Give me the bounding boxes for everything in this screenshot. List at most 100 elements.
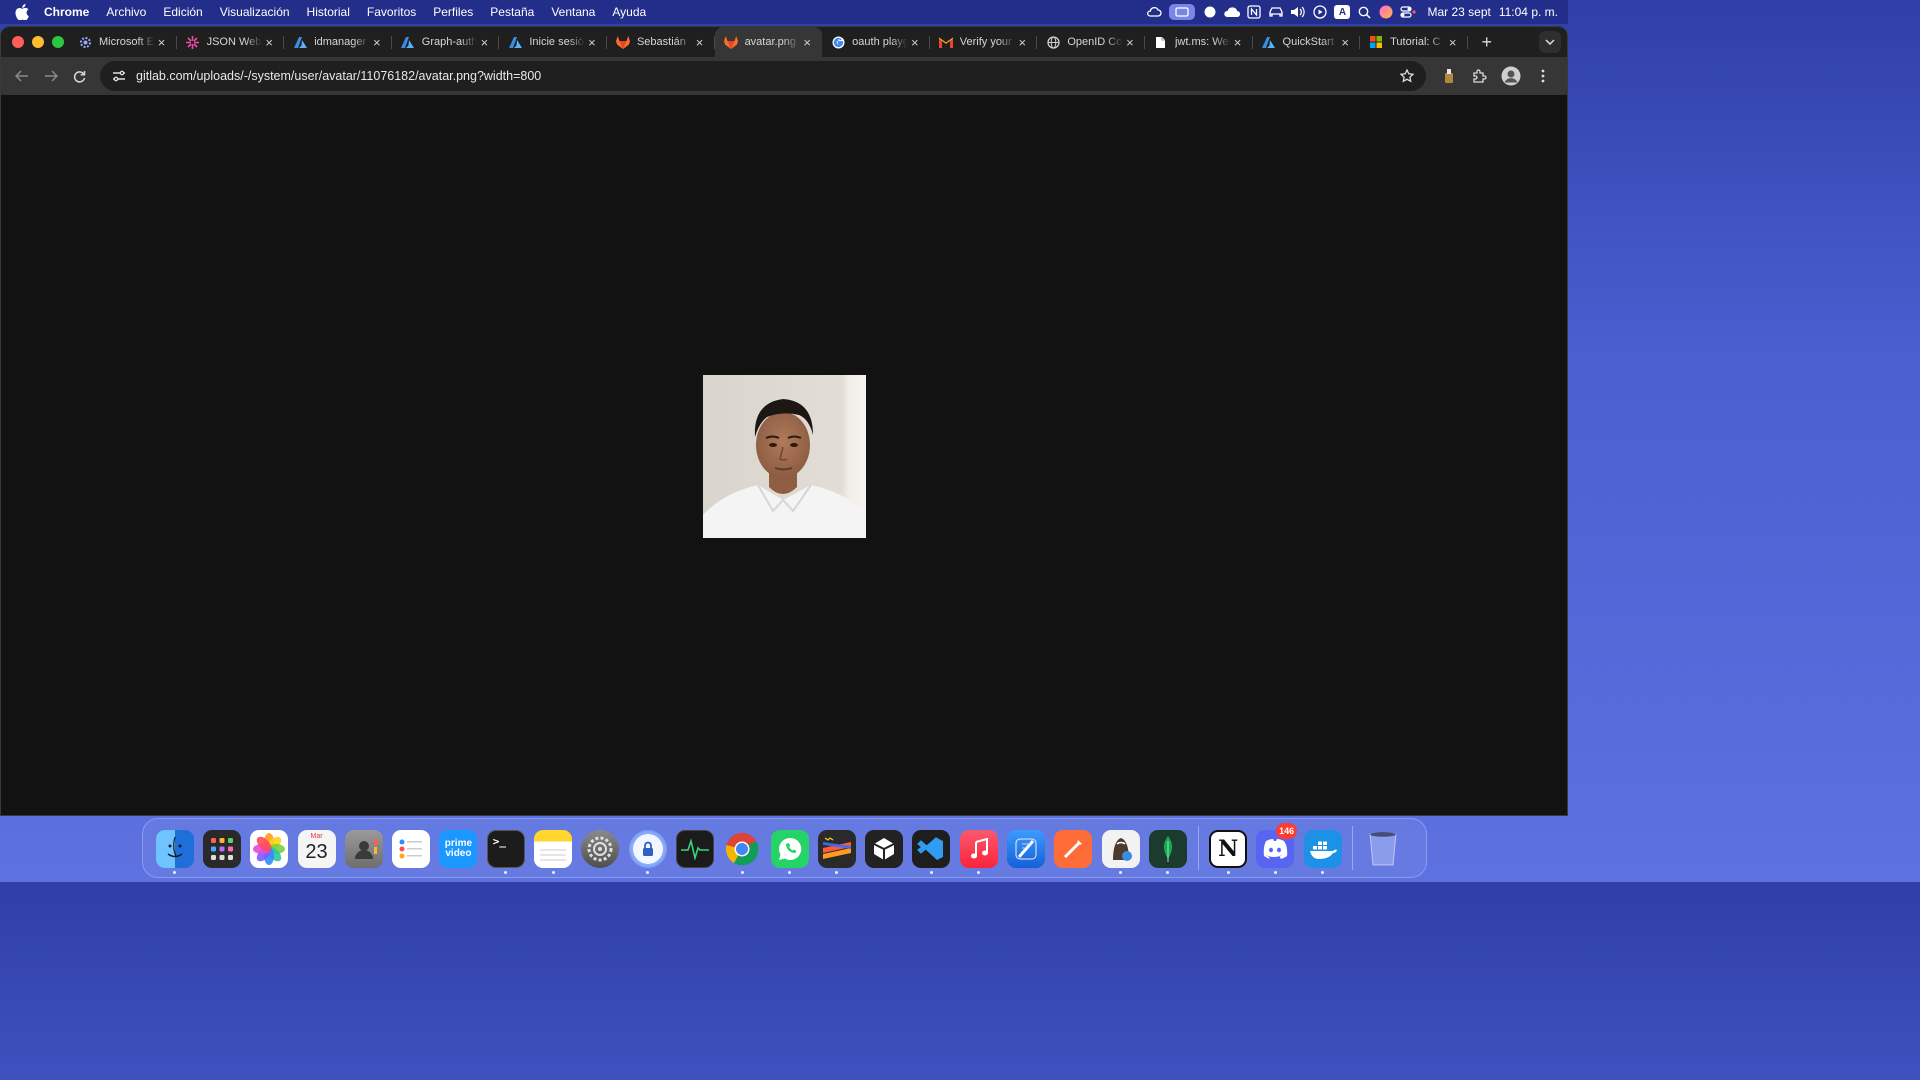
notion-icon[interactable] bbox=[1243, 0, 1265, 24]
close-tab-icon[interactable]: × bbox=[370, 35, 384, 50]
screen-mirroring-icon[interactable] bbox=[1165, 0, 1199, 24]
dock-app-postman[interactable] bbox=[1050, 820, 1097, 876]
tab-jwt-ms[interactable]: jwt.ms: Welcome × bbox=[1145, 27, 1253, 57]
address-bar[interactable]: gitlab.com/uploads/-/system/user/avatar/… bbox=[100, 61, 1426, 91]
whatsapp-icon bbox=[770, 830, 809, 868]
new-tab-button[interactable]: + bbox=[1474, 29, 1500, 55]
dock-app-photos[interactable] bbox=[246, 820, 293, 876]
running-indicator bbox=[1226, 871, 1230, 874]
tab-openid-connect[interactable]: OpenID Connect × bbox=[1037, 27, 1145, 57]
back-button[interactable] bbox=[7, 62, 36, 90]
tab-graph-auth[interactable]: Graph-auth × bbox=[392, 27, 500, 57]
dock-app-terminal[interactable]: >_ bbox=[482, 820, 529, 876]
close-tab-icon[interactable]: × bbox=[1446, 35, 1460, 50]
menu-pestana[interactable]: Pestaña bbox=[490, 5, 534, 19]
bookmark-star-icon[interactable] bbox=[1396, 65, 1418, 87]
icloud-icon[interactable] bbox=[1221, 0, 1243, 24]
menu-historial[interactable]: Historial bbox=[307, 5, 350, 19]
circle-icon[interactable] bbox=[1199, 0, 1221, 24]
menu-edicion[interactable]: Edición bbox=[163, 5, 202, 19]
dock-app-vscode[interactable] bbox=[908, 820, 955, 876]
dock-app-reminders[interactable] bbox=[387, 820, 434, 876]
menu-archivo[interactable]: Archivo bbox=[106, 5, 146, 19]
close-tab-icon[interactable]: × bbox=[1338, 35, 1352, 50]
close-tab-icon[interactable]: × bbox=[477, 35, 491, 50]
zoom-window-button[interactable] bbox=[52, 36, 64, 48]
menu-visualizacion[interactable]: Visualización bbox=[220, 5, 290, 19]
close-tab-icon[interactable]: × bbox=[1123, 35, 1137, 50]
close-tab-icon[interactable]: × bbox=[1015, 35, 1029, 50]
running-indicator bbox=[1166, 871, 1170, 874]
close-tab-icon[interactable]: × bbox=[585, 35, 599, 50]
tab-quickstart[interactable]: QuickStart × bbox=[1253, 27, 1361, 57]
dock-app-whatsapp[interactable] bbox=[766, 820, 813, 876]
dock-app-mongodb-compass[interactable] bbox=[1144, 820, 1191, 876]
dock-app-finder[interactable] bbox=[151, 820, 198, 876]
tab-json-web-tokens[interactable]: JSON Web Tokens × bbox=[177, 27, 285, 57]
dock-app-docker[interactable] bbox=[1299, 820, 1346, 876]
dock-app-trash[interactable] bbox=[1359, 820, 1406, 876]
search-icon[interactable] bbox=[1353, 0, 1375, 24]
volume-icon[interactable] bbox=[1287, 0, 1309, 24]
close-tab-icon[interactable]: × bbox=[1231, 35, 1245, 50]
close-tab-icon[interactable]: × bbox=[908, 35, 922, 50]
close-tab-icon[interactable]: × bbox=[800, 35, 814, 50]
forward-button[interactable] bbox=[36, 62, 65, 90]
site-info-icon[interactable] bbox=[108, 65, 130, 87]
extensions-puzzle-icon[interactable] bbox=[1464, 62, 1494, 90]
tab-verify-your[interactable]: Verify your × bbox=[930, 27, 1038, 57]
close-tab-icon[interactable]: × bbox=[262, 35, 276, 50]
profile-avatar-icon[interactable] bbox=[1494, 62, 1528, 90]
tab-search-button[interactable] bbox=[1539, 31, 1561, 53]
play-icon[interactable] bbox=[1309, 0, 1331, 24]
dock-app-notes[interactable] bbox=[529, 820, 576, 876]
menu-favoritos[interactable]: Favoritos bbox=[367, 5, 416, 19]
input-source-icon[interactable]: A bbox=[1331, 0, 1353, 24]
dock-app-notion[interactable]: N bbox=[1205, 820, 1252, 876]
extension-icon[interactable] bbox=[1434, 62, 1464, 90]
menubar-time[interactable]: 11:04 p. m. bbox=[1499, 5, 1558, 19]
more-menu-icon[interactable] bbox=[1528, 62, 1558, 90]
dock-app-chrome[interactable] bbox=[719, 820, 766, 876]
dock-app-xcode[interactable] bbox=[1002, 820, 1049, 876]
dock-app-prime-video[interactable]: prime video bbox=[435, 820, 482, 876]
menu-ventana[interactable]: Ventana bbox=[551, 5, 595, 19]
cloud-sync-icon[interactable] bbox=[1143, 0, 1165, 24]
dock-app-system-settings[interactable] bbox=[577, 820, 624, 876]
tab-tutorial[interactable]: Tutorial: C × bbox=[1360, 27, 1468, 57]
tab-oauth-playground[interactable]: oauth playground × bbox=[822, 27, 930, 57]
siri-icon[interactable] bbox=[1375, 0, 1397, 24]
chevron-down-icon bbox=[1545, 39, 1555, 45]
close-tab-icon[interactable]: × bbox=[693, 35, 707, 50]
close-window-button[interactable] bbox=[12, 36, 24, 48]
dock-app-discord[interactable]: 146 bbox=[1252, 820, 1299, 876]
tab-title: Sebastián bbox=[636, 36, 686, 48]
close-tab-icon[interactable]: × bbox=[155, 35, 169, 50]
apple-menu-icon[interactable] bbox=[14, 4, 30, 20]
url-text[interactable]: gitlab.com/uploads/-/system/user/avatar/… bbox=[136, 69, 1396, 83]
tab-avatar-png[interactable]: avatar.png × bbox=[714, 27, 823, 57]
tab-sebastian[interactable]: Sebastián × bbox=[607, 27, 715, 57]
dock-app-tableplus[interactable] bbox=[1097, 820, 1144, 876]
dock-app-music[interactable] bbox=[955, 820, 1002, 876]
dock-app-activity-monitor[interactable] bbox=[671, 820, 718, 876]
reload-button[interactable] bbox=[65, 62, 94, 90]
dock-app-contacts[interactable] bbox=[340, 820, 387, 876]
tab-inicie-sesion[interactable]: Inicie sesión × bbox=[499, 27, 607, 57]
control-center-icon[interactable] bbox=[1397, 0, 1419, 24]
car-icon[interactable] bbox=[1265, 0, 1287, 24]
dock-app-calendar[interactable]: Mar 23 bbox=[293, 820, 340, 876]
tab-microsoft-entra[interactable]: Microsoft Entra × bbox=[69, 27, 177, 57]
tab-title: Inicie sesión bbox=[529, 36, 585, 48]
menu-ayuda[interactable]: Ayuda bbox=[612, 5, 646, 19]
menu-perfiles[interactable]: Perfiles bbox=[433, 5, 473, 19]
dock-app-unity[interactable] bbox=[860, 820, 907, 876]
menu-app-name[interactable]: Chrome bbox=[44, 5, 89, 19]
dock-app-launchpad[interactable] bbox=[198, 820, 245, 876]
minimize-window-button[interactable] bbox=[32, 36, 44, 48]
dock-app-sublime-text[interactable] bbox=[813, 820, 860, 876]
menubar-date[interactable]: Mar 23 sept bbox=[1427, 5, 1490, 19]
gitlab-favicon-icon bbox=[615, 35, 630, 49]
tab-idmanager[interactable]: idmanager × bbox=[284, 27, 392, 57]
dock-app-privacy[interactable] bbox=[624, 820, 671, 876]
